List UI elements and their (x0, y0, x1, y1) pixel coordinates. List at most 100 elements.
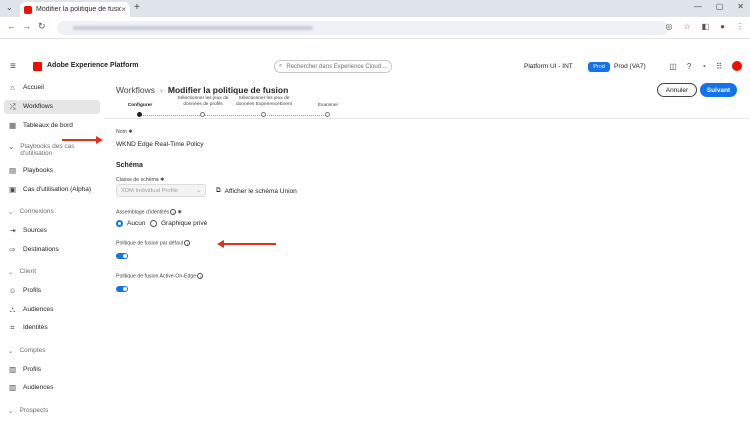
home-icon: ⌂ (10, 83, 15, 92)
profiles-icon: ☺ (8, 286, 17, 295)
sandbox-badge: Prod (588, 62, 610, 72)
chevron-down-icon: ⌄ (8, 142, 15, 151)
minimize-icon[interactable]: — (694, 2, 702, 11)
playbooks-icon: ▤ (8, 166, 17, 175)
sidebar-section-prospects[interactable]: ⌄ Prospects (8, 407, 48, 415)
sidebar-item-label: Accueil (23, 84, 44, 91)
sidebar-item-profiles[interactable]: ☺ Profils (8, 287, 104, 295)
radio-private-graph[interactable]: Graphique privé (150, 220, 207, 227)
sidebar-item-label: Audiences (23, 306, 54, 313)
chevron-down-icon: ⌄ (196, 187, 201, 194)
page-title: Modifier la politique de fusion (167, 85, 289, 95)
close-window-icon[interactable]: ✕ (737, 2, 744, 11)
sidebar-section-label: Connexions (19, 208, 54, 215)
browser-toolbar-icons: ◎ ☆ ◧ ● ⋮ (665, 22, 744, 31)
sidebar-item-label: Identités (23, 324, 48, 331)
new-tab-icon[interactable]: + (134, 2, 140, 13)
step-label-configure: Configurer (127, 103, 153, 108)
sidebar-section-label: Client (19, 268, 37, 275)
sidebar-item-label: Profils (23, 366, 42, 373)
sidebar-item-label: Tableaux de bord (23, 122, 73, 129)
sidebar-item-account-audiences[interactable]: ▥ Audiences (8, 384, 104, 392)
radio-none[interactable]: Aucun (116, 220, 145, 227)
chevron-down-icon: ⌄ (8, 209, 14, 216)
tab-close-icon[interactable]: × (121, 5, 126, 14)
browser-menu-icon[interactable]: ⋮ (736, 22, 744, 31)
sidebar-item-label: Cas d'utilisation (Alpha) (23, 186, 92, 193)
step-dot-review[interactable] (325, 112, 330, 117)
info-icon[interactable]: i (197, 273, 204, 279)
feedback-icon[interactable]: ◫ (669, 62, 677, 71)
breadcrumb-separator-icon: › (160, 85, 163, 95)
breadcrumb-parent[interactable]: Workflows (116, 85, 155, 95)
sidebar-item-home[interactable]: ⌂ Accueil (8, 84, 104, 92)
notifications-icon[interactable]: ◔ (701, 62, 706, 71)
radio-unselected-icon (150, 220, 157, 227)
profile-icon[interactable]: ● (720, 22, 725, 31)
sidebar-item-usecases[interactable]: ▣ Cas d'utilisation (Alpha) (8, 186, 104, 194)
forward-icon[interactable]: → (22, 21, 31, 31)
sidebar-item-account-profiles[interactable]: ▥ Profils (8, 366, 104, 374)
id-stitching-label: Assemblage d'identités i ✱ (116, 209, 182, 216)
identities-icon: ⌗ (10, 323, 15, 332)
sidebar-item-playbooks[interactable]: ▤ Playbooks (8, 167, 104, 175)
schema-class-select[interactable]: XDM Individual Profile ⌄ (116, 184, 206, 197)
step-dot-profile-datasets[interactable] (200, 112, 205, 117)
sources-icon: ⇥ (9, 226, 16, 235)
hamburger-menu-icon[interactable]: ≡ (10, 61, 16, 72)
apps-grid-icon[interactable]: ⠿ (716, 62, 722, 71)
sandbox-switcher[interactable]: Prod (VA7) (614, 63, 646, 70)
view-union-schema-link[interactable]: ⧉ Afficher le schéma Union (216, 187, 297, 195)
info-icon[interactable]: i (184, 240, 191, 246)
name-field[interactable]: WKND Edge Real-Time Policy (116, 141, 204, 148)
sidebar-section-accounts[interactable]: ⌄ Comptes (8, 347, 45, 355)
help-icon[interactable]: ? (687, 62, 691, 71)
step-dot-configure[interactable] (137, 112, 142, 117)
sidebar-section-connections[interactable]: ⌄ Connexions (8, 208, 54, 216)
info-icon[interactable]: i (170, 209, 177, 215)
account-audiences-icon: ▥ (8, 383, 17, 392)
sidebar-section-usecase-playbooks[interactable]: ⌄ Playbooks des cas d'utilisation (8, 142, 78, 158)
browser-tab[interactable]: Modifier la politique de fusion × (20, 2, 130, 17)
adobe-logo-icon (33, 62, 42, 71)
workflows-icon: ⤮ (9, 102, 16, 111)
schema-view-icon: ⧉ (216, 187, 221, 194)
sidebar-item-sources[interactable]: ⇥ Sources (8, 227, 104, 235)
back-icon[interactable]: ← (7, 21, 16, 31)
address-bar[interactable] (57, 21, 669, 35)
bookmark-star-icon[interactable]: ☆ (683, 22, 690, 31)
sidebar-section-customer[interactable]: ⌄ Client (8, 268, 36, 276)
search-input[interactable]: ⌕ Rechercher dans Experience Cloud ... (274, 60, 392, 73)
adobe-favicon-icon (24, 5, 32, 14)
breadcrumb: Workflows › Modifier la politique de fusio… (116, 85, 288, 95)
schema-class-label: Classe de schéma ✱ (116, 177, 165, 183)
active-edge-label: Politique de fusion Active-On-Edge i (116, 273, 204, 279)
maximize-icon[interactable]: ▢ (716, 2, 724, 11)
browser-toolbar: ← → ↻ ◎ ☆ ◧ ● ⋮ (0, 17, 750, 39)
reload-icon[interactable]: ↻ (38, 21, 46, 32)
sidebar-item-workflows[interactable]: ⤮ Workflows (4, 100, 100, 114)
sidebar-item-audiences[interactable]: ⛬ Audiences (8, 306, 104, 314)
main-content: Workflows › Modifier la politique de fusio… (62, 79, 750, 421)
annotation-arrow-left (217, 240, 276, 248)
sidebar-item-destinations[interactable]: ⇨ Destinations (8, 246, 104, 254)
step-dot-event-datasets[interactable] (261, 112, 266, 117)
extensions-icon[interactable]: ◧ (702, 22, 710, 31)
cancel-button[interactable]: Annuler (657, 83, 697, 97)
next-button[interactable]: Suivant (700, 83, 737, 97)
tab-title: Modifier la politique de fusion (36, 6, 122, 13)
tab-search-icon[interactable]: ⌄ (6, 3, 13, 12)
default-policy-toggle[interactable] (116, 253, 128, 259)
org-switcher[interactable]: Platform UI - INT (524, 63, 573, 70)
dashboard-icon: ▦ (8, 121, 17, 130)
radio-private-graph-label: Graphique privé (161, 220, 208, 227)
sidebar-item-identities[interactable]: ⌗ Identités (8, 324, 104, 332)
usecase-icon: ▣ (8, 185, 17, 194)
avatar[interactable] (732, 61, 742, 71)
eye-off-icon[interactable]: ◎ (665, 22, 672, 31)
account-profiles-icon: ▥ (8, 365, 17, 374)
sidebar-item-label: Destinations (23, 246, 59, 253)
destinations-icon: ⇨ (9, 245, 16, 254)
active-edge-toggle[interactable] (116, 286, 128, 292)
sidebar-item-dashboards[interactable]: ▦ Tableaux de bord (8, 122, 104, 130)
